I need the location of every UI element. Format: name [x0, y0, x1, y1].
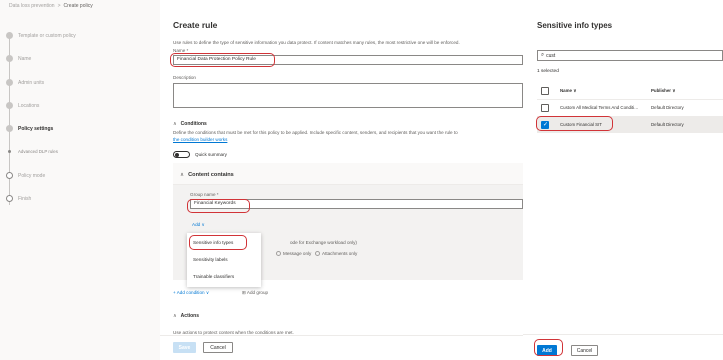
- page-title: Create rule: [173, 20, 218, 30]
- conditions-text: Define the conditions that must be met f…: [173, 130, 458, 135]
- sensitive-info-types-panel: Sensitive info types ⌕ cust 1 selected Na…: [523, 0, 723, 360]
- wizard-step-locations: Locations: [6, 101, 76, 124]
- add-group-button[interactable]: ⊞ Add group: [242, 290, 268, 296]
- wizard-steps: Template or custom policy Name Admin uni…: [6, 31, 76, 217]
- wizard-step-finish: Finish: [6, 194, 76, 217]
- wizard-step-admin-units: Admin units: [6, 78, 76, 101]
- step-todo-icon: [6, 195, 13, 203]
- panel-cancel-button[interactable]: Cancel: [571, 345, 598, 356]
- row-publisher: Default Directory: [651, 122, 684, 127]
- condition-builder-link[interactable]: the condition builder works: [173, 137, 227, 142]
- row-name: Custom All Medical Terms And Conditio...: [560, 105, 640, 110]
- table-row[interactable]: Custom All Medical Terms And Conditio...…: [537, 99, 723, 116]
- description-textarea[interactable]: [173, 83, 523, 108]
- search-input[interactable]: ⌕ cust: [537, 50, 723, 61]
- chevron-down-icon: ∨: [205, 290, 210, 295]
- chevron-down-icon: ∨: [672, 87, 676, 93]
- cancel-button[interactable]: Cancel: [203, 342, 233, 353]
- add-dropdown[interactable]: Add ∨: [192, 222, 205, 228]
- save-button[interactable]: Save: [173, 342, 196, 353]
- name-column-header[interactable]: Name ∨: [560, 88, 640, 94]
- row-checkbox[interactable]: [541, 103, 549, 112]
- chevron-up-icon: ∧: [173, 121, 177, 127]
- name-highlight: [170, 53, 275, 67]
- step-done-icon: [6, 55, 13, 63]
- breadcrumb: Data loss prevention > Create policy: [9, 3, 93, 9]
- panel-title: Sensitive info types: [537, 21, 613, 30]
- message-only-option[interactable]: Message only: [276, 251, 311, 257]
- step-current-icon: [6, 125, 13, 133]
- add-button-highlight: [534, 339, 563, 356]
- step-done-icon: [6, 32, 13, 39]
- step-todo-icon: [6, 171, 13, 179]
- attachments-only-option[interactable]: Attachments only: [315, 251, 357, 257]
- wizard-sidebar: Data loss prevention > Create policy Templ…: [0, 0, 158, 360]
- chevron-down-icon: ∨: [201, 222, 205, 227]
- breadcrumb-parent[interactable]: Data loss prevention: [9, 3, 55, 9]
- quick-summary-label: Quick summary: [195, 152, 227, 157]
- add-condition-button[interactable]: + Add condition ∨: [173, 290, 209, 296]
- wizard-step-policy-settings: Policy settings: [6, 124, 76, 147]
- sensitive-info-highlight: [189, 235, 247, 250]
- table-header: Name ∨ Publisher ∨: [537, 82, 723, 99]
- description-label: Description: [173, 75, 196, 80]
- wizard-step-name: Name: [6, 54, 76, 77]
- quick-summary-toggle[interactable]: [173, 151, 190, 158]
- menu-item-sensitivity-labels[interactable]: Sensitivity labels: [193, 257, 228, 262]
- publisher-column-header[interactable]: Publisher ∨: [651, 88, 675, 94]
- radio-icon: [315, 251, 320, 257]
- row-publisher: Default Directory: [651, 105, 684, 110]
- step-done-icon: [6, 101, 13, 109]
- custom-financial-sit-highlight: [536, 116, 613, 131]
- chevron-up-icon: ∧: [180, 172, 185, 178]
- plus-icon: +: [173, 290, 176, 295]
- search-icon: ⌕: [541, 52, 545, 58]
- radio-icon: [276, 251, 281, 257]
- step-done-icon: [6, 78, 13, 86]
- wizard-substep-advanced-dlp: Advanced DLP rules: [6, 147, 76, 170]
- chevron-up-icon: ∧: [173, 313, 177, 319]
- menu-item-trainable-classifiers[interactable]: Trainable classifiers: [193, 274, 234, 279]
- group-icon: ⊞: [242, 290, 246, 295]
- actions-header[interactable]: ∧ Actions: [173, 313, 199, 319]
- group-name-label: Group name *: [190, 192, 219, 197]
- workload-note: ode for Exchange workload only): [290, 240, 357, 245]
- form-description: Use rules to define the type of sensitiv…: [173, 40, 460, 45]
- wizard-step-template: Template or custom policy: [6, 31, 76, 54]
- toggle-knob: [175, 153, 179, 157]
- group-name-highlight: [187, 199, 250, 213]
- wizard-step-policy-mode: Policy mode: [6, 171, 76, 194]
- select-all-checkbox[interactable]: [541, 86, 549, 95]
- content-contains-title[interactable]: ∧ Content contains: [180, 172, 234, 178]
- breadcrumb-current: Create policy: [63, 3, 93, 9]
- selected-count: 1 selected: [537, 69, 559, 74]
- form-footer: Save Cancel: [160, 335, 523, 360]
- chevron-down-icon: ∨: [573, 87, 577, 93]
- conditions-header[interactable]: ∧ Conditions: [173, 121, 207, 127]
